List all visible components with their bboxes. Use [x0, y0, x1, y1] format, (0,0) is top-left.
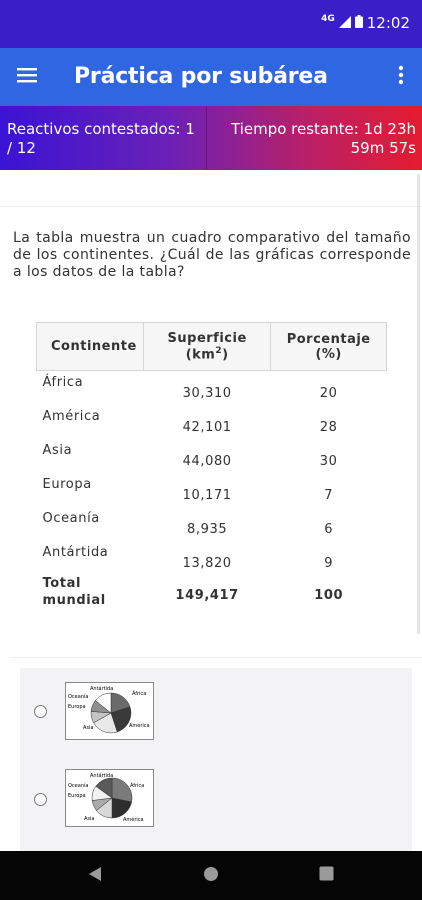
question-content[interactable]: La tabla muestra un cuadro comparativo d…: [0, 170, 422, 851]
cell-area: 30,310: [182, 386, 232, 402]
screen: 4G 12:02 Práctica por subárea Reactivos …: [0, 0, 422, 900]
table-header-row: Continente Superficie (km2) Porcentaje (…: [36, 322, 387, 371]
total-label-line1: Total: [42, 575, 82, 591]
cell-percent: 20: [319, 386, 338, 402]
home-button[interactable]: [198, 863, 224, 889]
header-percent: Porcentaje (%): [270, 322, 387, 371]
cell-percent: 6: [324, 522, 334, 537]
status-indicators: 4G 12:02: [321, 14, 410, 32]
answered-count: Reactivos contestados: 1 / 12: [7, 120, 195, 157]
radio-button[interactable]: [34, 793, 47, 806]
header-area-unit: (km2): [144, 346, 270, 362]
label-europa: Europa: [68, 704, 86, 710]
app-bar: Práctica por subárea: [0, 48, 422, 106]
label-antartida: Antártida: [90, 772, 113, 779]
signal-icon: [338, 14, 351, 32]
cell-total-label: Total mundial: [37, 575, 144, 617]
overflow-menu-button[interactable]: [386, 60, 416, 94]
menu-button[interactable]: [10, 60, 44, 94]
table-row: Asia 44,080 30: [37, 439, 387, 473]
table-row: África 30,310 20: [37, 371, 387, 405]
label-america: América: [123, 816, 144, 823]
more-vert-icon: [398, 65, 404, 90]
pie-chart-image: Antártida Oceanía Europa África Asia Amé…: [65, 682, 154, 740]
cell-continent: América: [42, 408, 101, 424]
page-title: Práctica por subárea: [74, 64, 328, 89]
system-nav-bar: [0, 851, 422, 900]
cell-continent: África: [42, 375, 84, 390]
header-percent-label: Porcentaje: [286, 331, 371, 347]
cell-percent: 30: [319, 454, 338, 469]
header-area: Superficie (km2): [142, 322, 272, 371]
cell-area: 8,935: [187, 522, 228, 537]
triangle-back-icon: [88, 866, 102, 887]
answer-option-2[interactable]: Antártida Oceanía Europa África Asia Amé…: [20, 758, 412, 834]
cell-continent: Asia: [42, 442, 73, 458]
header-continent: Continente: [36, 322, 144, 371]
area-unit-suffix: ): [222, 347, 229, 363]
label-antartida: Antártida: [90, 685, 113, 692]
answer-option-1[interactable]: Antártida Oceanía Europa África Asia Amé…: [20, 670, 412, 746]
clock: 12:02: [366, 14, 410, 32]
table-row: Oceanía 8,935 6: [37, 507, 387, 541]
cell-continent: Antártida: [42, 544, 109, 560]
table-row: Europa 10,171 7: [37, 473, 387, 507]
square-recents-icon: [319, 866, 334, 886]
back-button[interactable]: [82, 863, 108, 889]
cell-total-area: 149,417: [175, 588, 239, 603]
radio-button[interactable]: [34, 705, 47, 718]
header-area-label: Superficie: [167, 330, 247, 346]
label-america: América: [129, 722, 150, 729]
divider: [0, 206, 422, 207]
answer-options: Antártida Oceanía Europa África Asia Amé…: [20, 668, 412, 851]
cell-continent: Europa: [42, 476, 92, 492]
total-label-line2: mundial: [42, 592, 106, 608]
pie-chart-image: Antártida Oceanía Europa África Asia Amé…: [65, 769, 154, 827]
area-unit-prefix: (km: [185, 347, 216, 363]
label-africa: África: [130, 782, 144, 789]
question-text: La tabla muestra un cuadro comparativo d…: [13, 230, 411, 280]
cell-area: 42,101: [182, 420, 232, 435]
header-percent-unit: (%): [315, 346, 342, 362]
cell-area: 10,171: [182, 488, 232, 503]
continents-table: Continente Superficie (km2) Porcentaje (…: [36, 322, 387, 617]
circle-home-icon: [203, 866, 219, 887]
label-africa: África: [132, 690, 146, 697]
label-oceania: Oceanía: [68, 782, 88, 789]
cell-total-percent: 100: [314, 588, 344, 603]
scrollbar[interactable]: [417, 174, 420, 634]
hamburger-icon: [17, 67, 37, 88]
progress-info-bar: Reactivos contestados: 1 / 12 Tiempo res…: [0, 106, 422, 170]
cell-percent: 9: [324, 556, 334, 571]
network-type-label: 4G: [321, 14, 335, 24]
info-divider: [206, 106, 207, 170]
cell-percent: 7: [324, 488, 334, 503]
label-asia: Asia: [84, 816, 94, 822]
table-row: Antártida 13,820 9: [37, 541, 387, 575]
cell-area: 44,080: [182, 454, 232, 469]
status-bar: 4G 12:02: [0, 0, 422, 48]
table-row: América 42,101 28: [37, 405, 387, 439]
label-asia: Asia: [83, 725, 93, 731]
cell-area: 13,820: [182, 556, 232, 571]
time-remaining: Tiempo restante: 1d 23h 59m 57s: [231, 120, 416, 157]
label-europa: Europa: [68, 793, 86, 799]
label-oceania: Oceanía: [68, 693, 88, 700]
cell-continent: Oceanía: [42, 510, 100, 526]
table-total-row: Total mundial 149,417 100: [37, 575, 387, 617]
battery-icon: [354, 14, 363, 32]
cell-percent: 28: [319, 420, 338, 435]
divider: [10, 657, 422, 658]
recents-button[interactable]: [313, 863, 339, 889]
